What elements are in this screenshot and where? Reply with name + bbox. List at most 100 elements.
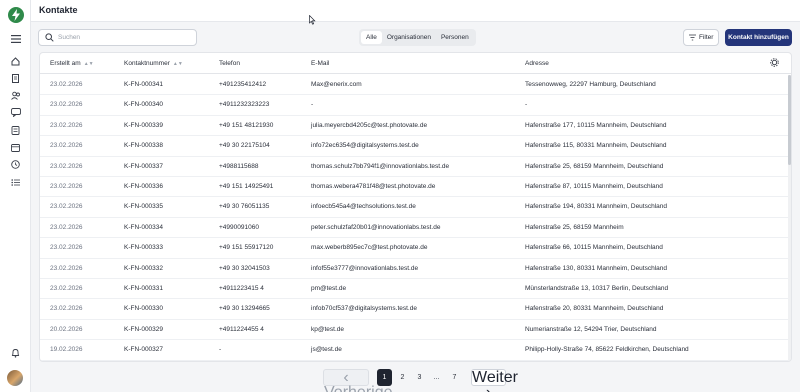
- cell-created: 23.02.2026: [50, 223, 83, 231]
- cell-number: K-FN-000329: [124, 325, 164, 333]
- column-header-created[interactable]: Erstellt am ▲▼: [50, 60, 94, 67]
- table-row[interactable]: 23.02.2026 K-FN-000334 +4990091060 peter.sc…: [40, 218, 791, 239]
- table-row[interactable]: 23.02.2026 K-FN-000340 +4911232323223 - -: [40, 95, 791, 116]
- cell-phone: +49 151 14925491: [219, 183, 274, 190]
- page-3[interactable]: 3: [412, 369, 427, 386]
- table-row[interactable]: 23.02.2026 K-FN-000332 +49 30 32041503 info…: [40, 259, 791, 279]
- table-row[interactable]: 23.02.2026 K-FN-000341 +491235412412 Max@en…: [40, 75, 791, 96]
- document-icon[interactable]: [9, 72, 22, 85]
- page-ellipsis: ...: [433, 374, 440, 381]
- menu-icon[interactable]: [9, 32, 22, 45]
- users-icon[interactable]: [9, 89, 22, 102]
- column-header-number[interactable]: Kontaktnummer ▲▼: [124, 60, 183, 67]
- list-icon[interactable]: [9, 176, 22, 189]
- search-box[interactable]: [38, 29, 197, 46]
- add-contact-button[interactable]: Kontakt hinzufügen: [725, 29, 792, 46]
- table-row[interactable]: 19.02.2026 K-FN-000327 - js@test.de Philipp-…: [40, 340, 791, 361]
- table-row[interactable]: 23.02.2026 K-FN-000331 +4911223415 4 pm@tes…: [40, 279, 791, 300]
- filter-icon: [689, 34, 696, 41]
- cell-email: infof55e3777@innovationlabs.test.de: [311, 264, 419, 272]
- segment-organisationen[interactable]: Organisationen: [382, 31, 436, 44]
- bolt-icon: [12, 9, 20, 21]
- cell-address: Hafenstraße 115, 80331 Mannheim, Deutsch…: [525, 142, 667, 150]
- page-2[interactable]: 2: [395, 369, 410, 386]
- cell-email: js@test.de: [311, 346, 342, 354]
- cell-email: infoecb545a4@techsolutions.test.de: [311, 203, 416, 211]
- cell-created: 19.02.2026: [50, 346, 83, 354]
- cell-address: Hafenstraße 25, 68159 Mannheim, Deutschl…: [525, 162, 664, 170]
- page-title: Kontakte: [39, 5, 78, 15]
- bell-icon[interactable]: [9, 346, 22, 359]
- table-row[interactable]: 23.02.2026 K-FN-000336 +49 151 14925491 tho…: [40, 177, 791, 198]
- search-icon: [45, 33, 54, 42]
- sort-icon[interactable]: ▲▼: [84, 61, 94, 67]
- search-input[interactable]: [58, 32, 188, 43]
- cell-number: K-FN-000341: [124, 81, 164, 88]
- scrollbar[interactable]: [788, 75, 791, 361]
- cell-phone: +4988115688: [219, 162, 259, 170]
- page-1[interactable]: 1: [377, 369, 392, 386]
- cell-phone: +4990091060: [219, 223, 259, 231]
- cell-number: K-FN-000332: [124, 264, 164, 272]
- table-row[interactable]: 23.02.2026 K-FN-000339 +49 151 48121930 jul…: [40, 116, 791, 137]
- cell-email: thomas.schulz7bb794f1@innovationlabs.tes…: [311, 162, 450, 170]
- sidebar: [0, 0, 31, 392]
- next-page-button[interactable]: Weiter ›: [471, 369, 518, 392]
- cell-email: max.weberb895ec7c@test.photovate.de: [311, 244, 428, 252]
- cell-email: julia.meyercbd4205c@test.photovate.de: [311, 121, 428, 129]
- table-row[interactable]: 23.02.2026 K-FN-000333 +49 151 55917120 max…: [40, 238, 791, 259]
- home-icon[interactable]: [9, 55, 22, 68]
- app-logo[interactable]: [8, 7, 24, 23]
- cell-phone: +49 151 55917120: [219, 244, 274, 252]
- cell-address: Münsterlandstraße 13, 10317 Berlin, Deut…: [525, 285, 669, 292]
- table-row[interactable]: 20.02.2026 K-FN-000329 +4911224455 4 kp@tes…: [40, 320, 791, 341]
- cell-address: Numerianstraße 12, 54294 Trier, Deutschl…: [525, 325, 657, 333]
- cell-address: Hafenstraße 177, 10115 Mannheim, Deutsch…: [525, 121, 667, 129]
- cell-phone: +49 30 22175104: [219, 142, 270, 150]
- cell-email: -: [311, 101, 314, 109]
- cell-email: thomas.webera4781f48@test.photovate.de: [311, 183, 436, 190]
- cell-number: K-FN-000327: [124, 346, 164, 354]
- cell-number: K-FN-000331: [124, 285, 164, 292]
- cell-created: 23.02.2026: [50, 244, 83, 252]
- column-header-email: E-Mail: [311, 60, 330, 67]
- cell-email: kp@test.de: [311, 325, 344, 333]
- gear-icon[interactable]: [770, 58, 779, 67]
- chat-icon[interactable]: [9, 106, 22, 119]
- cell-created: 23.02.2026: [50, 81, 83, 88]
- scrollbar-thumb[interactable]: [788, 75, 791, 165]
- calendar-icon[interactable]: [9, 141, 22, 154]
- table-row[interactable]: 23.02.2026 K-FN-000335 +49 30 76051135 info…: [40, 197, 791, 218]
- cell-number: K-FN-000336: [124, 183, 164, 190]
- cell-number: K-FN-000338: [124, 142, 164, 150]
- cell-number: K-FN-000337: [124, 162, 164, 170]
- cell-created: 23.02.2026: [50, 101, 83, 109]
- filter-button[interactable]: Filter: [683, 29, 719, 46]
- cell-phone: +49 30 32041503: [219, 264, 270, 272]
- cell-phone: -: [219, 346, 222, 354]
- cell-address: Hafenstraße 25, 68159 Mannheim: [525, 223, 624, 231]
- page-7[interactable]: 7: [447, 369, 462, 386]
- clock-icon[interactable]: [9, 158, 22, 171]
- cell-email: infob70cf537@digitalsystems.test.de: [311, 305, 417, 313]
- cell-created: 23.02.2026: [50, 203, 83, 211]
- cell-created: 23.02.2026: [50, 162, 83, 170]
- cell-created: 23.02.2026: [50, 142, 83, 150]
- prev-page-button[interactable]: ‹ Vorherige: [323, 369, 393, 392]
- table-row[interactable]: 23.02.2026 K-FN-000338 +49 30 22175104 info…: [40, 136, 791, 157]
- header: Kontakte: [31, 0, 800, 22]
- cell-number: K-FN-000330: [124, 305, 164, 313]
- cell-address: Hafenstraße 87, 10115 Mannheim, Deutschl…: [525, 183, 663, 190]
- cell-number: K-FN-000333: [124, 244, 164, 252]
- cell-address: Philipp-Holly-Straße 74, 85622 Feldkirch…: [525, 346, 689, 354]
- cell-address: Hafenstraße 20, 80331 Mannheim, Deutschl…: [525, 305, 664, 313]
- cell-phone: +49 151 48121930: [219, 121, 274, 129]
- table-row[interactable]: 23.02.2026 K-FN-000330 +49 30 13294665 info…: [40, 299, 791, 320]
- segment-alle[interactable]: Alle: [361, 31, 382, 44]
- sort-icon[interactable]: ▲▼: [173, 61, 183, 67]
- cell-email: peter.schulzfaf20b01@innovationlabs.test…: [311, 223, 441, 231]
- table-row[interactable]: 23.02.2026 K-FN-000337 +4988115688 thomas.s…: [40, 157, 791, 177]
- receipt-icon[interactable]: [9, 124, 22, 137]
- segment-personen[interactable]: Personen: [436, 31, 474, 44]
- avatar[interactable]: [7, 370, 23, 386]
